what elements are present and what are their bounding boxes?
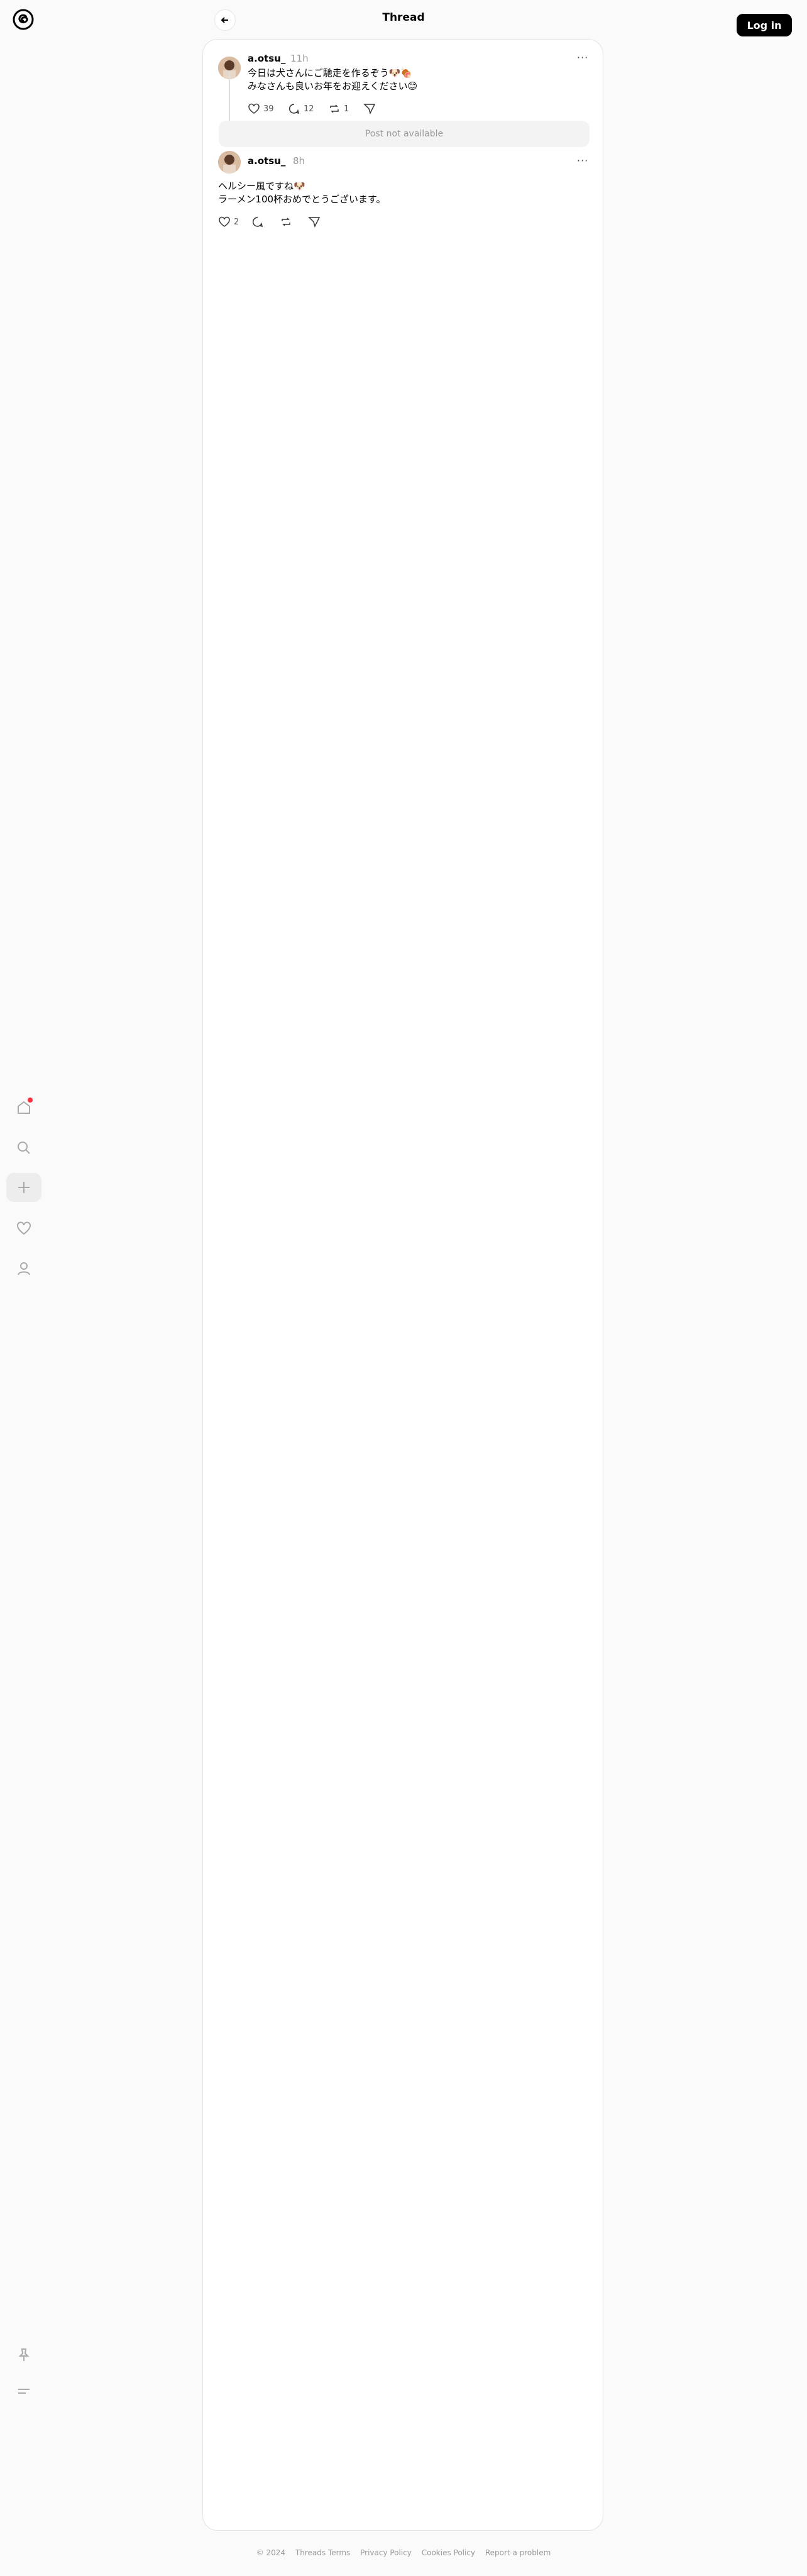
reply-button[interactable]: 12 (288, 102, 314, 115)
repost-button[interactable] (280, 216, 292, 228)
search-icon (18, 1142, 30, 1154)
repost-icon (330, 104, 339, 113)
footer: © 2024 Threads Terms Privacy Policy Cook… (0, 2548, 807, 2557)
sidebar-item-menu[interactable] (11, 2379, 36, 2404)
thread-panel (202, 39, 603, 2531)
repost-button[interactable]: 1 (328, 102, 349, 115)
more-options-button[interactable]: ··· (577, 155, 588, 167)
notification-dot (28, 1098, 33, 1103)
avatar[interactable] (218, 151, 241, 173)
menu-icon (18, 2389, 30, 2394)
footer-link-report[interactable]: Report a problem (485, 2548, 551, 2557)
sidebar-item-activity[interactable] (11, 1216, 36, 1241)
post-username[interactable]: a.otsu_ (248, 53, 285, 64)
post-username[interactable]: a.otsu_ (248, 155, 285, 167)
heart-icon (17, 1221, 31, 1235)
sidebar-item-search[interactable] (11, 1135, 36, 1160)
comment-icon (288, 104, 300, 114)
pin-icon (18, 2348, 30, 2361)
post-unavailable-notice: Post not available (219, 121, 590, 147)
like-count: 2 (234, 217, 239, 227)
comment-icon (252, 217, 263, 228)
like-button[interactable]: 2 (218, 216, 239, 228)
login-button[interactable]: Log in (737, 14, 792, 36)
like-count: 39 (263, 104, 274, 114)
post-text: 今日は犬さんにご馳走を作るぞう🐶🍖 みなさんも良いお年をお迎えください😊 (248, 67, 418, 92)
footer-link-terms[interactable]: Threads Terms (295, 2548, 350, 2557)
footer-link-cookies[interactable]: Cookies Policy (422, 2548, 475, 2557)
post-text: ヘルシー風ですね🐶 ラーメン100杯おめでとうございます。 (218, 180, 386, 205)
reply-button[interactable] (251, 216, 264, 228)
page-title: Thread (382, 11, 425, 24)
sidebar-item-create[interactable] (6, 1173, 41, 1202)
thread-connector (229, 70, 230, 121)
sidebar-item-home[interactable] (11, 1095, 36, 1120)
footer-copyright: © 2024 (256, 2548, 286, 2557)
send-icon (363, 104, 376, 115)
share-button[interactable] (363, 102, 376, 115)
reply-count: 12 (304, 104, 314, 114)
share-button[interactable] (308, 216, 321, 228)
heart-icon (219, 216, 230, 227)
like-button[interactable]: 39 (248, 102, 274, 115)
send-icon (308, 217, 321, 228)
footer-link-privacy[interactable]: Privacy Policy (360, 2548, 412, 2557)
post-timestamp[interactable]: 11h (290, 53, 309, 64)
more-options-button[interactable]: ··· (577, 52, 588, 63)
sidebar-item-profile[interactable] (11, 1256, 36, 1281)
profile-icon (18, 1262, 30, 1275)
post-timestamp[interactable]: 8h (293, 155, 305, 167)
repost-count: 1 (344, 104, 349, 114)
repost-icon (282, 217, 290, 226)
heart-icon (248, 103, 260, 114)
plus-icon (18, 1182, 30, 1193)
sidebar-item-pin[interactable] (11, 2342, 36, 2367)
